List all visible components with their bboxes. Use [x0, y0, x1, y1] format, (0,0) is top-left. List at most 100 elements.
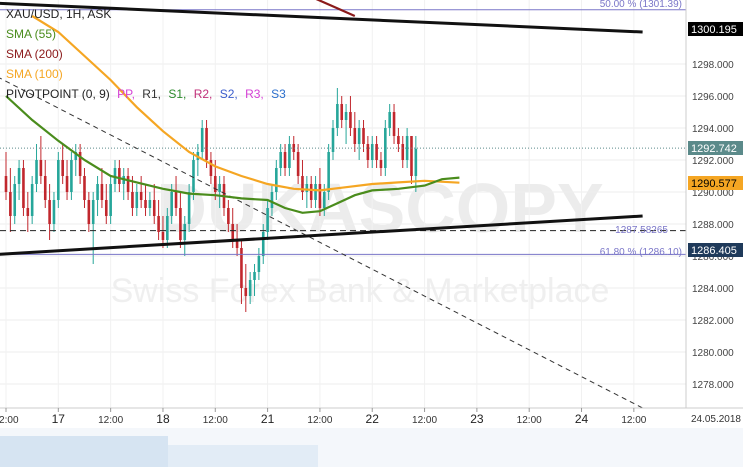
y-tick-label: 1278.000	[692, 380, 734, 391]
candle-body	[187, 192, 191, 224]
candle-body	[52, 200, 56, 224]
candle-body	[135, 192, 139, 208]
candle-body	[349, 112, 352, 128]
candle-body	[231, 224, 235, 240]
y-tick-label: 1284.000	[692, 284, 734, 295]
candle-body	[22, 168, 25, 208]
candle-body	[370, 144, 374, 160]
candle-body	[157, 216, 160, 232]
x-tick-label: 22	[366, 412, 380, 426]
candle-body	[87, 200, 91, 224]
candle-body	[375, 144, 378, 160]
pivot-level: R3,	[245, 87, 264, 101]
candle-body	[70, 160, 73, 192]
candle-body	[397, 136, 400, 144]
candle-body	[39, 160, 43, 176]
candle-body	[174, 192, 178, 208]
candle-body	[401, 144, 405, 160]
y-tick-label: 1292.000	[692, 156, 734, 167]
candle-body	[327, 152, 330, 192]
candle-body	[30, 184, 34, 216]
sma200-line	[315, 0, 356, 18]
candle-body	[218, 184, 221, 192]
candle-body	[248, 280, 252, 296]
candle-body	[257, 256, 261, 272]
x-tick-label: 12:00	[621, 415, 646, 426]
candle-body	[166, 216, 169, 240]
candle-body	[35, 160, 38, 184]
candle-body	[305, 184, 309, 192]
x-tick-label: 12:00	[412, 415, 437, 426]
x-axis: 12:00 17 12:00 18 12:00 21 12:00 22 12:00 23 12:00…	[0, 407, 743, 467]
x-tick-label: 12:00	[307, 415, 332, 426]
candle-body	[314, 184, 317, 200]
candle-body	[344, 112, 348, 120]
candle-body	[126, 176, 130, 192]
legend-sma55[interactable]: SMA (55)	[6, 24, 290, 44]
candle-body	[83, 176, 86, 200]
candle-body	[148, 200, 152, 208]
candle-body	[96, 184, 99, 200]
candle-body	[322, 192, 326, 208]
candle-body	[357, 128, 361, 144]
watermark-tagline: Swiss Forex Bank & Marketplace	[111, 272, 610, 310]
support-tag: 1286.405	[691, 245, 737, 257]
legend-sma100[interactable]: SMA (100)	[6, 64, 290, 84]
y-tick-label: 1294.000	[692, 124, 734, 135]
candle-body	[131, 192, 134, 208]
candle-body	[43, 176, 47, 200]
candle-body	[340, 104, 344, 120]
candle-body	[275, 168, 278, 192]
candle-body	[205, 128, 208, 160]
candle-body	[13, 184, 17, 216]
candle-body	[61, 160, 64, 176]
pivot-level: S3	[271, 87, 286, 101]
candle-body	[253, 272, 256, 280]
candle-body	[279, 152, 282, 168]
candle-body	[336, 104, 339, 128]
candle-body	[100, 184, 104, 200]
candle-body	[118, 168, 121, 184]
candle-body	[139, 192, 143, 200]
x-tick-label: 12:00	[203, 415, 228, 426]
candle-body	[17, 168, 21, 184]
candle-body	[91, 200, 95, 224]
candle-body	[353, 128, 357, 144]
x-tick-label: 24	[575, 412, 589, 426]
y-tick-label: 1280.000	[692, 348, 734, 359]
x-tick-label: 12:00	[0, 415, 19, 426]
y-tick-label: 1296.000	[692, 92, 734, 103]
candle-body	[57, 160, 60, 200]
candle-body	[26, 208, 30, 216]
candle-body	[362, 128, 365, 144]
candle-body	[179, 208, 182, 240]
legend-sma200[interactable]: SMA (200)	[6, 44, 290, 64]
candle-body	[152, 200, 156, 216]
candle-body	[170, 192, 173, 216]
candle-body	[283, 152, 287, 168]
candle-body	[144, 200, 147, 208]
candle-body	[379, 160, 383, 168]
navigator-area	[0, 436, 168, 467]
resistance-tag: 1300.195	[691, 24, 737, 36]
fib-upper-label: 50.00 % (1301.39)	[600, 0, 682, 10]
legend-pivot[interactable]: PIVOTPOINT (0, 9) PP, R1, S1, R2, S2, R3…	[6, 84, 290, 104]
navigator-area	[168, 445, 318, 467]
x-tick-label: 18	[156, 412, 170, 426]
candle-body	[318, 184, 322, 208]
y-tick-label: 1288.000	[692, 220, 734, 231]
pivot-level: S2,	[219, 87, 238, 101]
x-tick-label: 12:00	[517, 415, 542, 426]
pivot-level: R1,	[142, 87, 161, 101]
x-tick-label: 21	[261, 412, 275, 426]
candle-body	[270, 192, 274, 208]
candle-body	[266, 208, 269, 232]
pivot-level: PP,	[117, 87, 135, 101]
candle-body	[244, 288, 248, 296]
x-tick-label: 17	[52, 412, 66, 426]
candle-body	[4, 176, 8, 192]
candle-body	[288, 144, 291, 168]
candle-body	[109, 184, 112, 216]
candle-body	[48, 200, 51, 224]
candle-body	[65, 176, 69, 192]
